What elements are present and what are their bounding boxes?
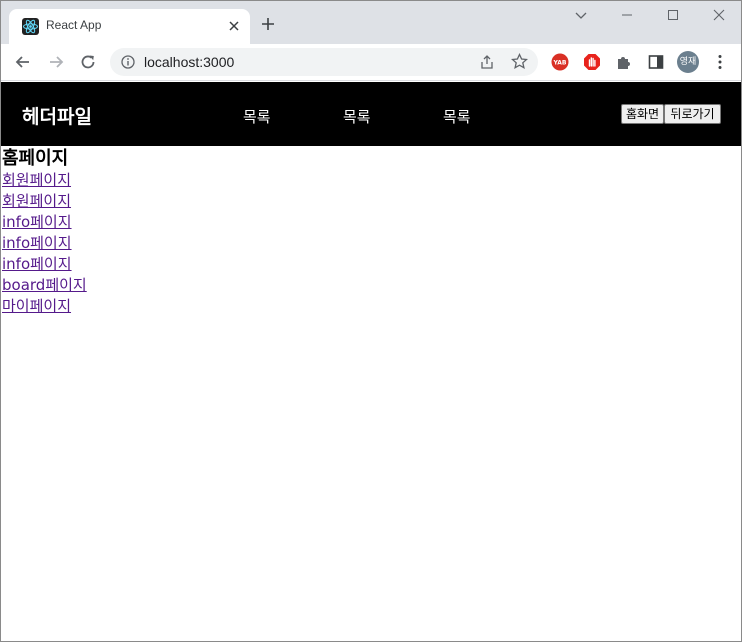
info-page-link-1[interactable]: info페이지 [2, 212, 87, 233]
adblock-hand-icon[interactable] [583, 53, 601, 71]
yab-extension-icon[interactable]: YAB [551, 53, 569, 71]
maximize-icon[interactable] [665, 7, 681, 23]
browser-tab[interactable]: React App [9, 9, 250, 44]
minimize-icon[interactable] [619, 7, 635, 23]
url-text[interactable]: localhost:3000 [144, 54, 234, 70]
side-panel-icon[interactable] [647, 53, 665, 71]
list-item: board페이지 [2, 275, 87, 296]
page-link-list: 회원페이지 회원페이지 info페이지 info페이지 info페이지 boar… [2, 170, 87, 317]
tab-search-chevron-icon[interactable] [573, 7, 589, 23]
home-button[interactable]: 홈화면 [621, 104, 664, 124]
forward-arrow-icon[interactable] [47, 53, 65, 71]
share-icon[interactable] [479, 54, 495, 70]
new-tab-plus-icon[interactable] [260, 16, 276, 32]
browser-window: React App localhost:3000 YAB 영재 헤더파일 목록 … [0, 0, 742, 642]
browser-toolbar: localhost:3000 YAB 영재 [1, 44, 741, 81]
tab-title: React App [46, 18, 102, 32]
list-item: 회원페이지 [2, 191, 87, 212]
nav-item-list-3[interactable]: 목록 [443, 106, 471, 127]
site-header: 헤더파일 목록 목록 목록 홈화면 뒤로가기 [1, 82, 741, 146]
profile-avatar[interactable]: 영재 [677, 51, 699, 73]
list-item: info페이지 [2, 212, 87, 233]
site-info-icon[interactable] [121, 55, 135, 69]
nav-item-list-2[interactable]: 목록 [343, 106, 371, 127]
bookmark-star-icon[interactable] [511, 53, 528, 70]
info-page-link-2[interactable]: info페이지 [2, 233, 87, 254]
close-tab-icon[interactable] [226, 18, 242, 34]
list-item: 마이페이지 [2, 296, 87, 317]
svg-text:YAB: YAB [553, 60, 567, 67]
nav-item-list-1[interactable]: 목록 [243, 106, 271, 127]
react-favicon-icon [22, 18, 39, 35]
back-arrow-icon[interactable] [14, 53, 32, 71]
reload-icon[interactable] [79, 53, 97, 71]
member-page-link-1[interactable]: 회원페이지 [2, 170, 87, 191]
page-viewport: 헤더파일 목록 목록 목록 홈화면 뒤로가기 홈페이지 회원페이지 회원페이지 … [1, 82, 741, 641]
address-bar[interactable]: localhost:3000 [110, 48, 538, 76]
page-heading: 홈페이지 [2, 148, 69, 169]
list-item: info페이지 [2, 233, 87, 254]
page-content: 홈페이지 회원페이지 회원페이지 info페이지 info페이지 info페이지… [2, 146, 87, 317]
puzzle-extensions-icon[interactable] [615, 53, 633, 71]
member-page-link-2[interactable]: 회원페이지 [2, 191, 87, 212]
list-item: info페이지 [2, 254, 87, 275]
menu-dots-icon[interactable] [712, 53, 728, 71]
site-logo: 헤더파일 [22, 106, 92, 128]
close-window-icon[interactable] [711, 7, 727, 23]
back-button[interactable]: 뒤로가기 [664, 104, 721, 124]
list-item: 회원페이지 [2, 170, 87, 191]
info-page-link-3[interactable]: info페이지 [2, 254, 87, 275]
board-page-link[interactable]: board페이지 [2, 275, 87, 296]
my-page-link[interactable]: 마이페이지 [2, 296, 87, 317]
tab-strip: React App [1, 1, 741, 44]
